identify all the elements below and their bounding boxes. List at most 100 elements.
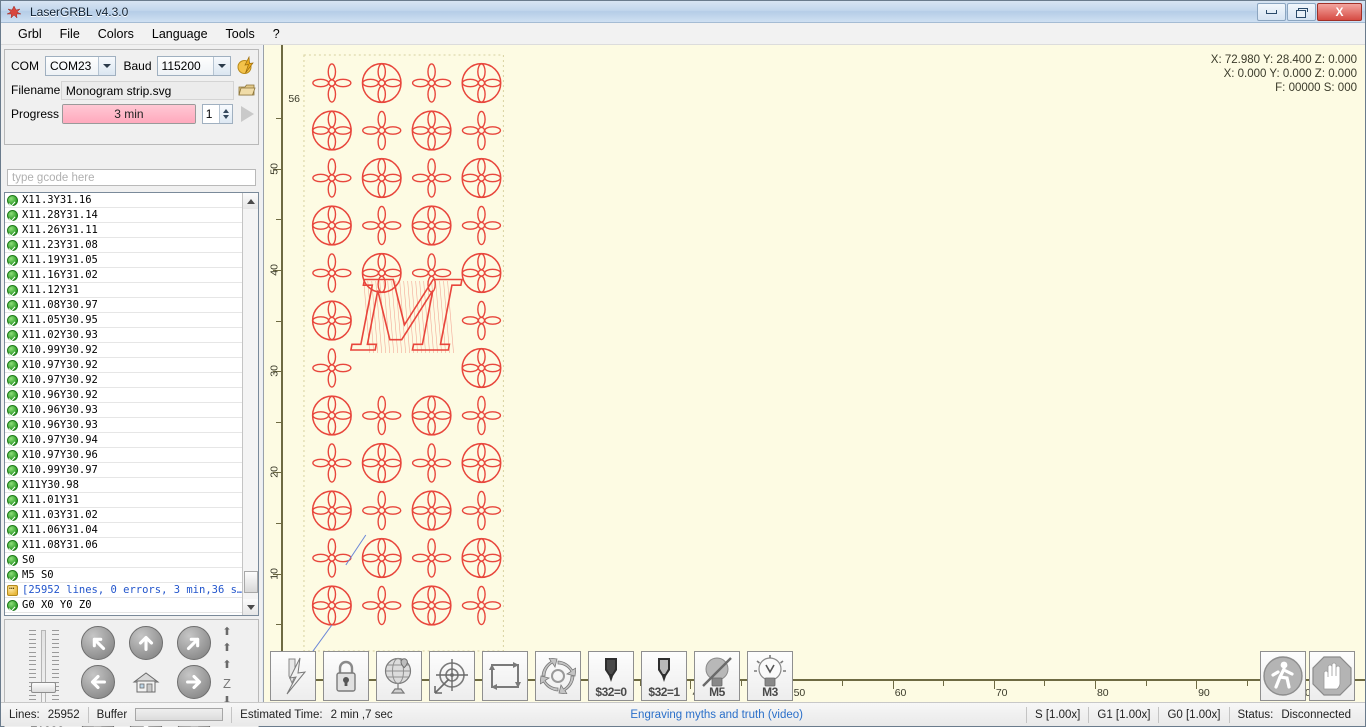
jog-up-button[interactable]	[129, 626, 163, 660]
chevron-down-icon	[97, 57, 115, 75]
laser-mode-on-label: $32=1	[648, 685, 680, 699]
motif	[361, 157, 402, 199]
baud-label: Baud	[123, 59, 152, 73]
menu-tools[interactable]: Tools	[217, 25, 264, 43]
gcode-list[interactable]: X11.3Y31.16 X11.28Y31.14 X11.26Y31.11 X11.2…	[4, 192, 259, 616]
gcode-line-text: X10.97Y30.94	[22, 434, 98, 446]
lines-label: Lines:	[9, 708, 40, 721]
chevron-down-icon	[213, 57, 230, 75]
z-up-fast-icon[interactable]: ⬆	[218, 626, 236, 638]
baud-rate-select[interactable]: 115200	[156, 56, 231, 76]
gcode-line: X11.3Y31.16	[5, 193, 242, 208]
stop-program-button[interactable]	[1309, 651, 1355, 701]
slider-thumb[interactable]	[31, 682, 56, 693]
laser-on-button[interactable]: M3	[747, 651, 793, 701]
connect-lightning-icon[interactable]	[236, 56, 256, 76]
check-icon	[7, 284, 18, 296]
preview-area: M X: 72.980 Y: 28.400 Z: 0.000 X: 0.000 …	[263, 45, 1365, 704]
repeat-count-stepper[interactable]: 1	[201, 104, 234, 124]
z-axis-label: Z	[223, 675, 231, 691]
laser-lightning-icon	[286, 657, 307, 695]
jog-home-button[interactable]	[129, 665, 163, 699]
progress-bar-text: 3 min	[114, 107, 144, 121]
coordinate-readout: X: 72.980 Y: 28.400 Z: 0.000 X: 0.000 Y:…	[1211, 53, 1357, 95]
gcode-line: X11.12Y31	[5, 283, 242, 298]
menu-help[interactable]: ?	[264, 25, 289, 43]
motif	[362, 585, 402, 626]
jog-right-button[interactable]	[177, 665, 211, 699]
gcode-line: X11.05Y30.95	[5, 313, 242, 328]
set-zero-button[interactable]	[429, 651, 475, 701]
close-button[interactable]: X	[1317, 3, 1362, 21]
gcode-input[interactable]: type gcode here	[7, 169, 256, 186]
bulb-on-icon	[754, 655, 786, 687]
gcode-line: X10.97Y30.92	[5, 373, 242, 388]
motif	[411, 158, 452, 198]
z-up-med-icon[interactable]: ⬆	[218, 643, 236, 655]
lasergrbl-window: LaserGRBL v4.3.0 X Grbl File Colors Lang…	[0, 0, 1366, 727]
check-icon	[7, 389, 18, 401]
menu-file[interactable]: File	[51, 25, 89, 43]
gcode-line-text: X10.99Y30.97	[22, 464, 98, 476]
gcode-line: X10.99Y30.97	[5, 463, 242, 478]
menu-grbl[interactable]: Grbl	[9, 25, 51, 43]
gcode-list-scrollbar[interactable]	[242, 193, 258, 615]
filename-value: Monogram strip.svg	[60, 80, 234, 100]
com-port-value: COM23	[50, 59, 92, 73]
globe-icon	[384, 657, 412, 694]
com-port-select[interactable]: COM23	[45, 56, 116, 76]
laser-mode-on-button[interactable]: $32=1	[641, 651, 687, 701]
engraving-video-link[interactable]: Engraving myths and truth (video)	[622, 707, 811, 723]
check-icon	[7, 194, 18, 206]
gcode-line-text: X11.23Y31.08	[22, 239, 98, 251]
frame-button[interactable]	[482, 651, 528, 701]
menu-colors[interactable]: Colors	[89, 25, 143, 43]
gcode-line: [25952 lines, 0 errors, 3 min,36 s…	[5, 582, 244, 598]
scrollbar-thumb[interactable]	[244, 571, 258, 593]
engraving-canvas[interactable]: M X: 72.980 Y: 28.400 Z: 0.000 X: 0.000 …	[286, 45, 1365, 676]
gcode-line-text: G0 X0 Y0 Z0	[22, 599, 92, 611]
laser-off-button[interactable]: M5	[694, 651, 740, 701]
scroll-up-icon[interactable]	[243, 193, 258, 209]
nozzle-icon	[658, 658, 670, 682]
com-label: COM	[11, 59, 39, 73]
laser-mode-off-label: $32=0	[595, 685, 627, 699]
gcode-line-text: X11.3Y31.16	[22, 194, 92, 206]
motif	[461, 347, 502, 389]
laser-power-button[interactable]	[270, 651, 316, 701]
check-icon	[7, 524, 18, 536]
gcode-line: X11.08Y31.06	[5, 538, 242, 553]
play-triangle-icon[interactable]	[238, 105, 256, 123]
jog-up-left-button[interactable]	[81, 626, 115, 660]
scroll-down-icon[interactable]	[243, 599, 258, 615]
gcode-line: M5 S0	[5, 568, 242, 583]
gcode-line-text: X11.02Y30.93	[22, 329, 98, 341]
gcode-line-text: X10.99Y30.92	[22, 344, 98, 356]
homing-button[interactable]	[376, 651, 422, 701]
jog-up-right-button[interactable]	[177, 626, 211, 660]
menu-language[interactable]: Language	[143, 25, 217, 43]
jog-left-button[interactable]	[81, 665, 115, 699]
bulb-off-icon	[702, 657, 732, 687]
g1-override: G1 [1.00x]	[1097, 708, 1151, 721]
motif	[461, 205, 502, 246]
minimize-button[interactable]	[1257, 3, 1286, 21]
run-program-button[interactable]	[1260, 651, 1306, 701]
motif	[411, 205, 452, 246]
status-label: Status:	[1237, 708, 1274, 721]
open-folder-icon[interactable]	[238, 82, 256, 98]
z-up-slow-icon[interactable]: ⬆	[218, 659, 236, 671]
motif	[461, 537, 502, 579]
check-icon	[7, 404, 18, 416]
stepper-arrows-icon[interactable]	[219, 105, 233, 123]
cycle-button[interactable]	[535, 651, 581, 701]
y-tick	[276, 219, 283, 221]
gcode-line: X11.01Y31	[5, 493, 242, 508]
gcode-line-text: [25952 lines, 0 errors, 3 min,36 s…	[22, 584, 244, 596]
laser-mode-off-button[interactable]: $32=0	[588, 651, 634, 701]
menu-bar: Grbl File Colors Language Tools ?	[1, 23, 1365, 45]
motif	[361, 537, 402, 579]
restore-button[interactable]	[1287, 3, 1316, 21]
unlock-button[interactable]	[323, 651, 369, 701]
check-icon	[7, 344, 18, 356]
